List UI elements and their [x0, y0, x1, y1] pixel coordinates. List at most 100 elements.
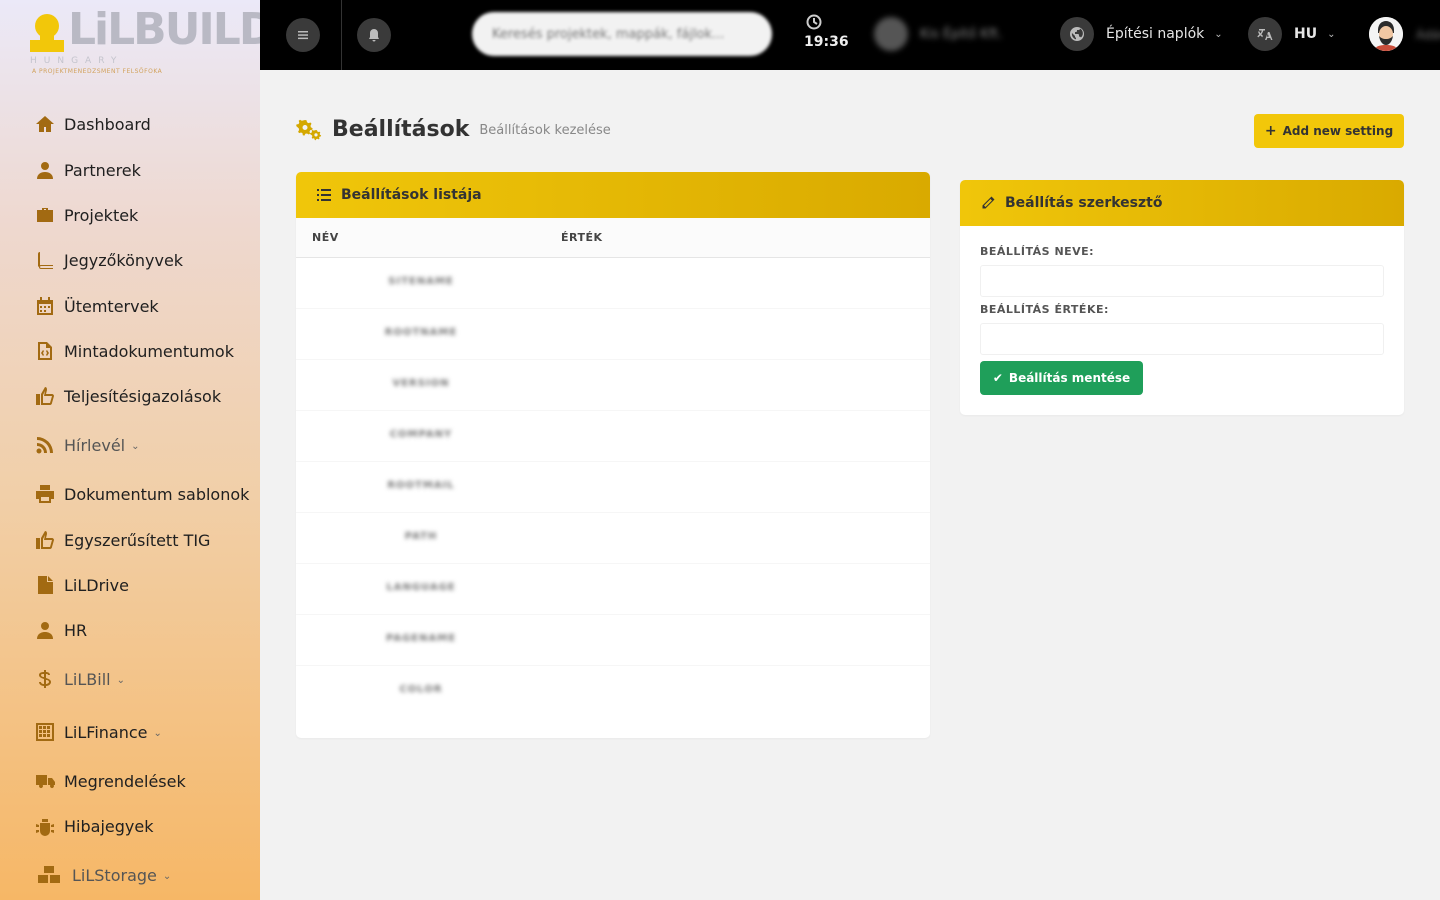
sidebar-item-label: Hibajegyek [64, 816, 154, 836]
setting-value-field[interactable] [980, 323, 1384, 355]
home-icon [34, 113, 56, 135]
sidebar-item-jegyzokonyvek[interactable]: Jegyzőkönyvek [34, 246, 183, 274]
table-row[interactable]: LANGUAGE [296, 564, 930, 615]
setting-name: ROOTNAME [384, 327, 458, 338]
book-icon [34, 249, 56, 271]
thumbs-up-icon [34, 529, 56, 551]
user-avatar[interactable] [1369, 17, 1403, 51]
calculator-icon [34, 721, 56, 743]
clock: 19:36 [804, 14, 849, 50]
sidebar-item-label: Megrendelések [64, 771, 186, 791]
sidebar-item-label: LiLFinance [64, 722, 148, 742]
page-subtitle: Beállítások kezelése [479, 122, 611, 138]
print-icon [34, 483, 56, 505]
chevron-down-icon: ⌄ [153, 727, 162, 739]
table-row[interactable]: COMPANY [296, 411, 930, 462]
add-setting-label: Add new setting [1282, 124, 1394, 138]
list-icon [317, 189, 331, 201]
save-setting-button[interactable]: ✔ Beállítás mentése [980, 361, 1143, 395]
company-selector[interactable]: Kis Építő Kft. [874, 17, 1002, 51]
briefcase-icon [34, 204, 56, 226]
sidebar-item-dokumentum-sablonok[interactable]: Dokumentum sablonok [34, 480, 249, 508]
setting-name: COMPANY [389, 429, 453, 440]
language-label: HU [1294, 26, 1318, 42]
clock-time: 19:36 [804, 34, 849, 50]
top-bar: 19:36 Kis Építő Kft. Építési naplók ⌄ HU… [260, 0, 1440, 70]
sidebar-item-lilfinance[interactable]: LiLFinance ⌄ [34, 718, 162, 746]
logo-subtitle: HUNGARY [30, 56, 124, 66]
sidebar-item-egyszerusitett-tig[interactable]: Egyszerűsített TIG [34, 526, 210, 554]
avatar-icon [1369, 17, 1403, 51]
sidebar-item-lilstorage[interactable]: LiLStorage ⌄ [34, 861, 171, 889]
notifications-button[interactable] [357, 18, 391, 52]
sidebar-item-megrendelesek[interactable]: Megrendelések [34, 767, 186, 795]
sidebar-item-projektek[interactable]: Projektek [34, 201, 138, 229]
user-name: Ádám [1416, 28, 1440, 42]
table-row[interactable]: VERSION [296, 360, 930, 411]
setting-name: COLOR [399, 684, 443, 695]
dollar-icon [34, 668, 56, 690]
site-selector-dropdown[interactable]: Építési naplók ⌄ [1060, 17, 1223, 51]
table-row[interactable]: PATH [296, 513, 930, 564]
sidebar-item-partnerek[interactable]: Partnerek [34, 156, 141, 184]
sidebar-item-dashboard[interactable]: Dashboard [34, 110, 151, 138]
table-row[interactable]: ROOTNAME [296, 309, 930, 360]
sidebar-item-label: LiLBill [64, 669, 111, 689]
sidebar-item-label: LiLDrive [64, 575, 129, 595]
settings-list-header: Beállítások listája [296, 172, 930, 218]
site-selector-label: Építési naplók [1106, 26, 1205, 42]
setting-name: PATH [404, 531, 438, 542]
sidebar-item-lildrive[interactable]: LiLDrive [34, 571, 129, 599]
user-icon [34, 159, 56, 181]
table-row[interactable]: COLOR [296, 666, 930, 717]
table-header: NÉV ÉRTÉK [296, 218, 930, 258]
logo-tagline: A PROJEKTMENEDZSMENT FELSŐFOKA [32, 68, 163, 75]
sidebar: LiLBUILD HUNGARY A PROJEKTMENEDZSMENT FE… [0, 0, 275, 900]
sidebar-item-utemtervek[interactable]: Ütemtervek [34, 292, 159, 320]
topbar-divider [341, 0, 342, 70]
setting-name-field[interactable] [980, 265, 1384, 297]
boxes-icon [34, 864, 64, 886]
sidebar-item-label: HR [64, 620, 88, 640]
setting-name: SITENAME [388, 276, 454, 287]
sidebar-item-hr[interactable]: HR [34, 616, 87, 644]
sidebar-item-mintadokumentumok[interactable]: Mintadokumentumok [34, 337, 234, 365]
chevron-down-icon: ⌄ [1214, 28, 1223, 40]
sidebar-item-label: Egyszerűsített TIG [64, 530, 211, 550]
logo[interactable]: LiLBUILD HUNGARY A PROJEKTMENEDZSMENT FE… [30, 6, 275, 76]
chevron-down-icon: ⌄ [162, 870, 172, 882]
company-avatar [874, 17, 908, 51]
plus-icon: + [1264, 123, 1277, 139]
chevron-down-icon: ⌄ [131, 440, 140, 452]
bell-icon [369, 29, 379, 42]
sidebar-item-label: Partnerek [64, 160, 141, 180]
truck-icon [34, 770, 56, 792]
pencil-icon [982, 196, 995, 209]
sidebar-item-lilbill[interactable]: LiLBill ⌄ [34, 665, 125, 693]
save-setting-label: Beállítás mentése [1008, 371, 1131, 385]
sidebar-item-hibajegyek[interactable]: Hibajegyek [34, 812, 153, 840]
add-setting-button[interactable]: + Add new setting [1254, 114, 1404, 148]
column-header-value[interactable]: ÉRTÉK [561, 231, 603, 244]
setting-editor-header: Beállítás szerkesztő [960, 180, 1404, 226]
page-header: Beállítások Beállítások kezelése [296, 116, 611, 142]
table-row[interactable]: SITENAME [296, 258, 930, 309]
chevron-down-icon: ⌄ [116, 674, 125, 686]
sidebar-item-label: Jegyzőkönyvek [64, 250, 184, 270]
file-code-icon [34, 340, 56, 362]
calendar-icon [34, 295, 56, 317]
sidebar-item-label: Teljesítésigazolások [64, 386, 222, 406]
sidebar-item-hirlevel[interactable]: Hírlevél ⌄ [34, 431, 140, 459]
menu-toggle-button[interactable] [286, 18, 320, 52]
table-row[interactable]: PAGENAME [296, 615, 930, 666]
thumbs-up-icon [34, 385, 56, 407]
table-row[interactable]: ROOTMAIL [296, 462, 930, 513]
page-title: Beállítások [332, 116, 470, 142]
hamburger-icon [298, 31, 308, 40]
bulb-logo-icon [30, 14, 64, 52]
column-header-name[interactable]: NÉV [312, 231, 339, 244]
search-input[interactable] [472, 12, 772, 56]
sidebar-item-teljesitesigazolasok[interactable]: Teljesítésigazolások [34, 382, 221, 410]
clock-icon [806, 14, 822, 30]
language-selector[interactable]: HU ⌄ [1248, 17, 1335, 51]
